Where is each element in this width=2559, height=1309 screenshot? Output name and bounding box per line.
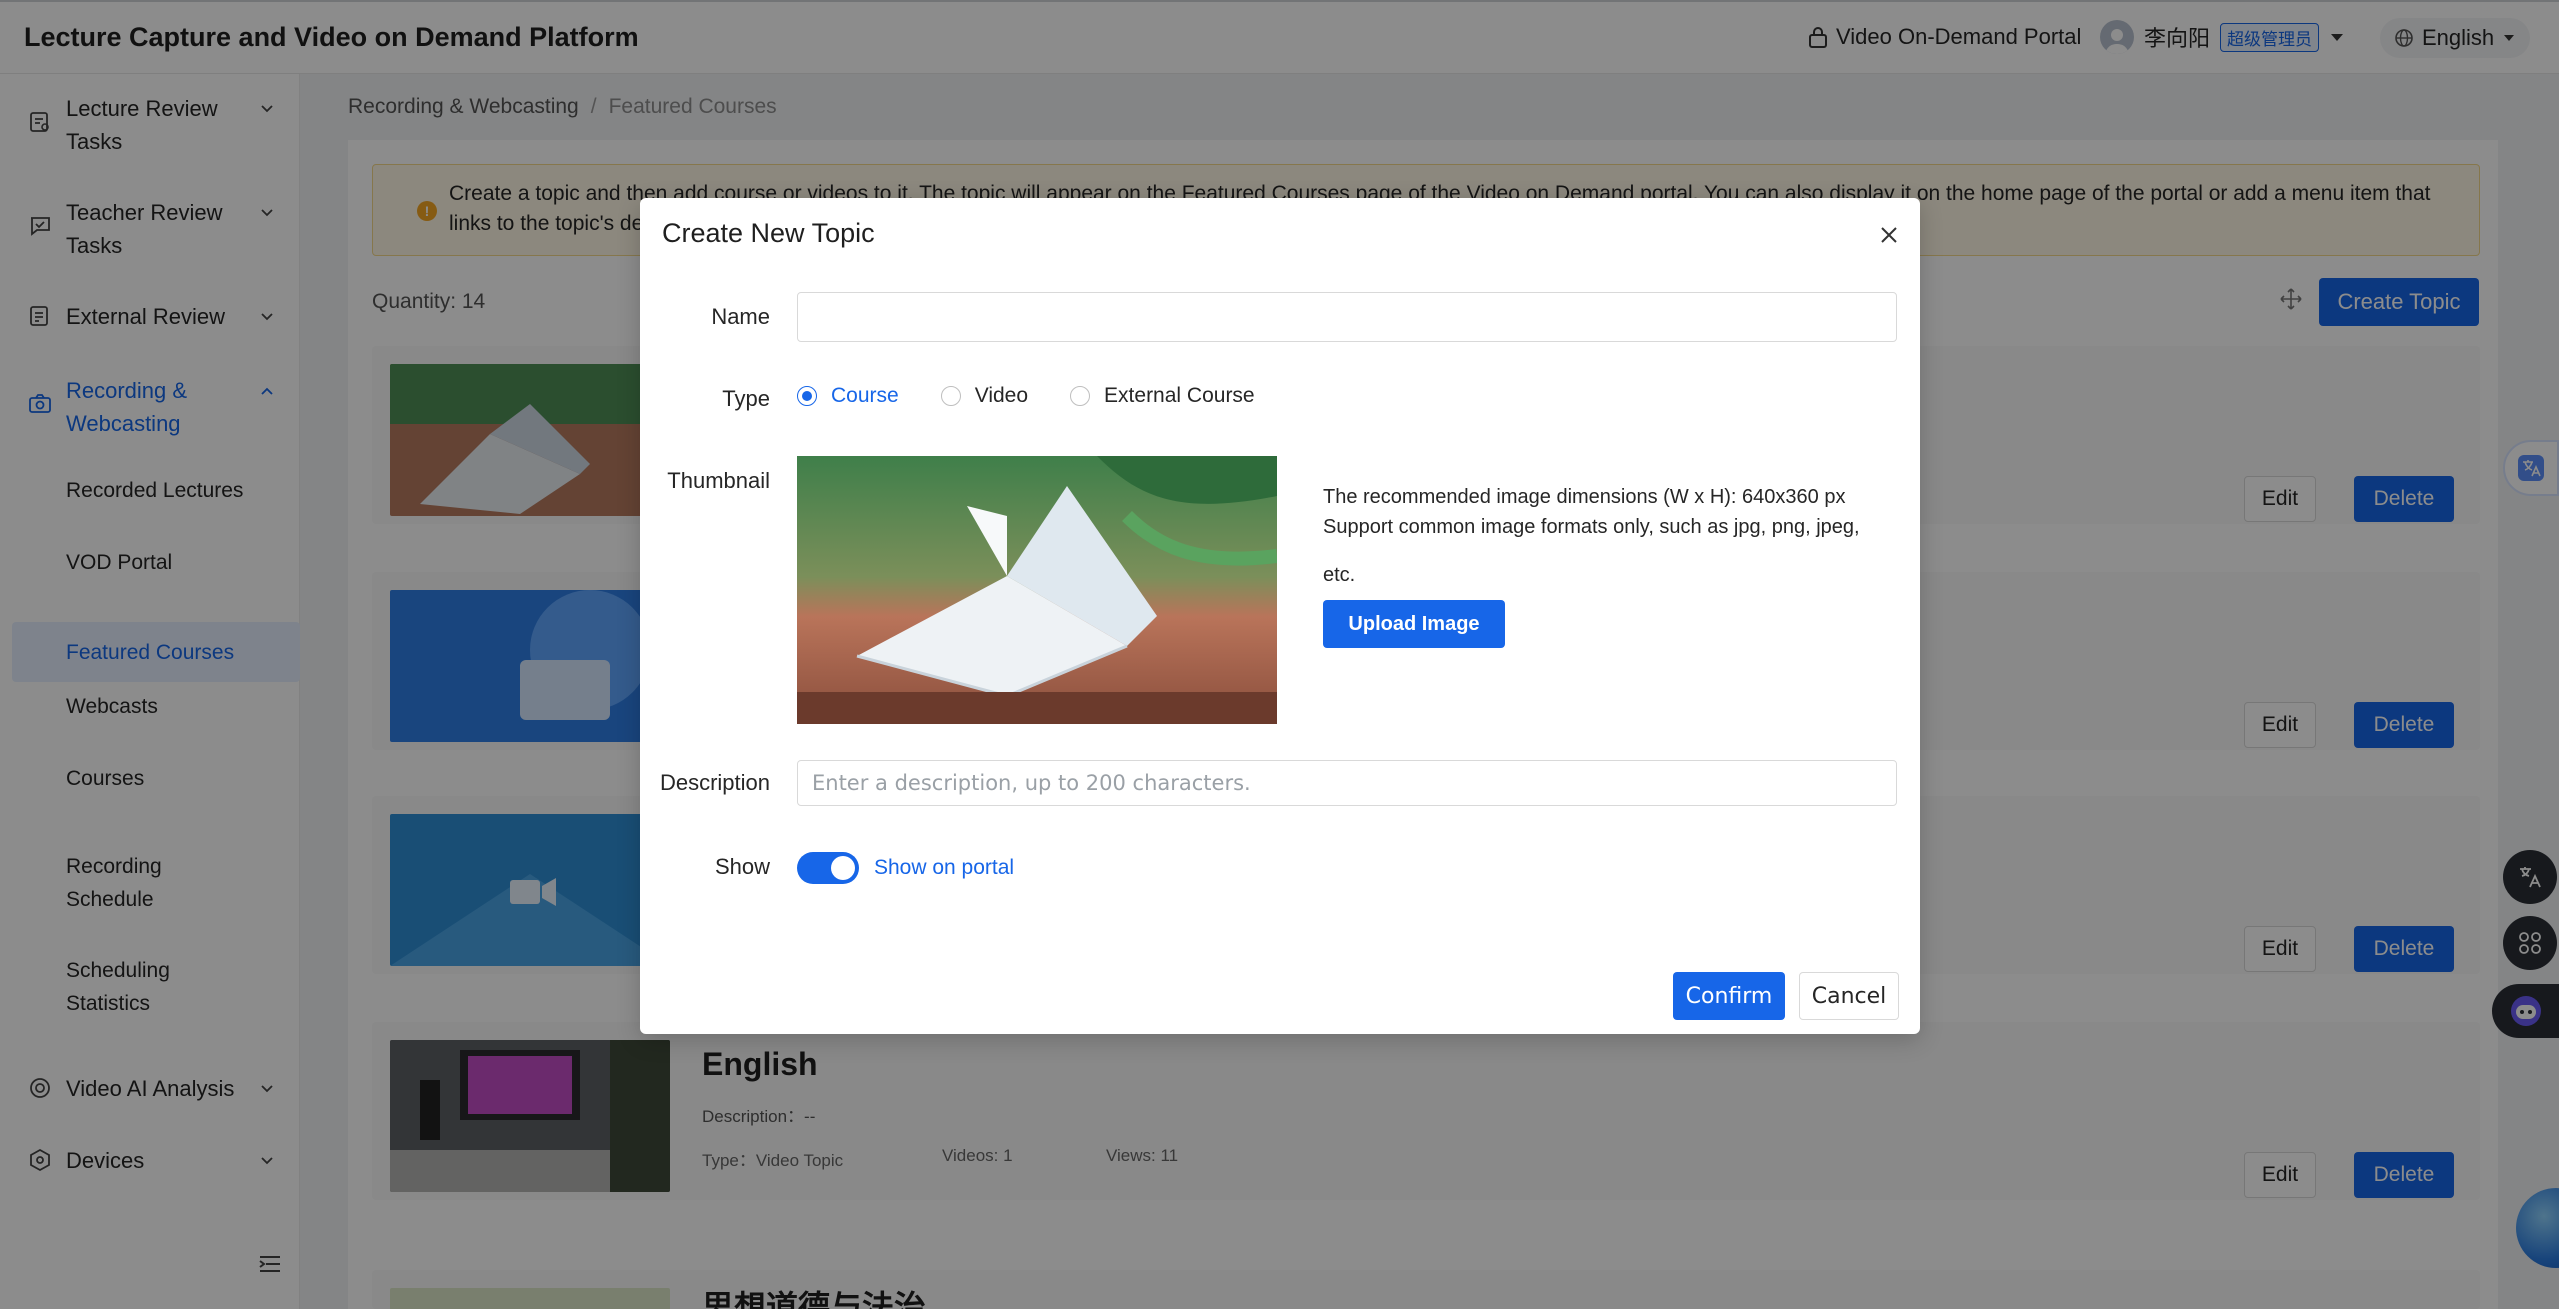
close-icon[interactable]	[1874, 220, 1904, 250]
type-label: Type	[722, 386, 770, 411]
thumbnail-dimension-hint: The recommended image dimensions (W x H)…	[1323, 486, 1846, 508]
show-on-portal-label: Show on portal	[874, 856, 1015, 879]
upload-image-button[interactable]: Upload Image	[1323, 600, 1505, 648]
radio-dot	[940, 386, 961, 406]
type-radio-external-course[interactable]: External Course	[1070, 384, 1255, 408]
type-radio-course[interactable]: Course	[797, 384, 899, 408]
type-radio-video[interactable]: Video	[940, 384, 1029, 408]
cancel-button[interactable]: Cancel	[1799, 972, 1899, 1020]
radio-dot	[797, 386, 817, 406]
thumbnail-format-hint: Support common image formats only, such …	[1323, 516, 1860, 538]
show-label: Show	[714, 854, 770, 879]
radio-label: External Course	[1104, 384, 1255, 407]
toggle-knob	[831, 856, 855, 880]
radio-label: Course	[831, 384, 899, 407]
show-on-portal-toggle[interactable]	[797, 852, 859, 884]
create-topic-dialog: Create New Topic Name Type Course Video …	[640, 198, 1920, 1034]
confirm-button[interactable]: Confirm	[1673, 972, 1785, 1020]
radio-dot	[1070, 386, 1091, 406]
radio-label: Video	[974, 384, 1029, 407]
thumbnail-preview	[797, 456, 1277, 724]
name-field[interactable]	[797, 292, 1897, 342]
thumbnail-format-hint-cont: etc.	[1323, 564, 1356, 586]
dialog-title: Create New Topic	[662, 218, 875, 248]
description-label: Description	[659, 770, 770, 795]
name-label: Name	[711, 304, 770, 329]
description-field[interactable]	[797, 760, 1897, 806]
thumbnail-label: Thumbnail	[667, 468, 770, 493]
type-radio-group: Course Video External Course	[797, 384, 1297, 408]
